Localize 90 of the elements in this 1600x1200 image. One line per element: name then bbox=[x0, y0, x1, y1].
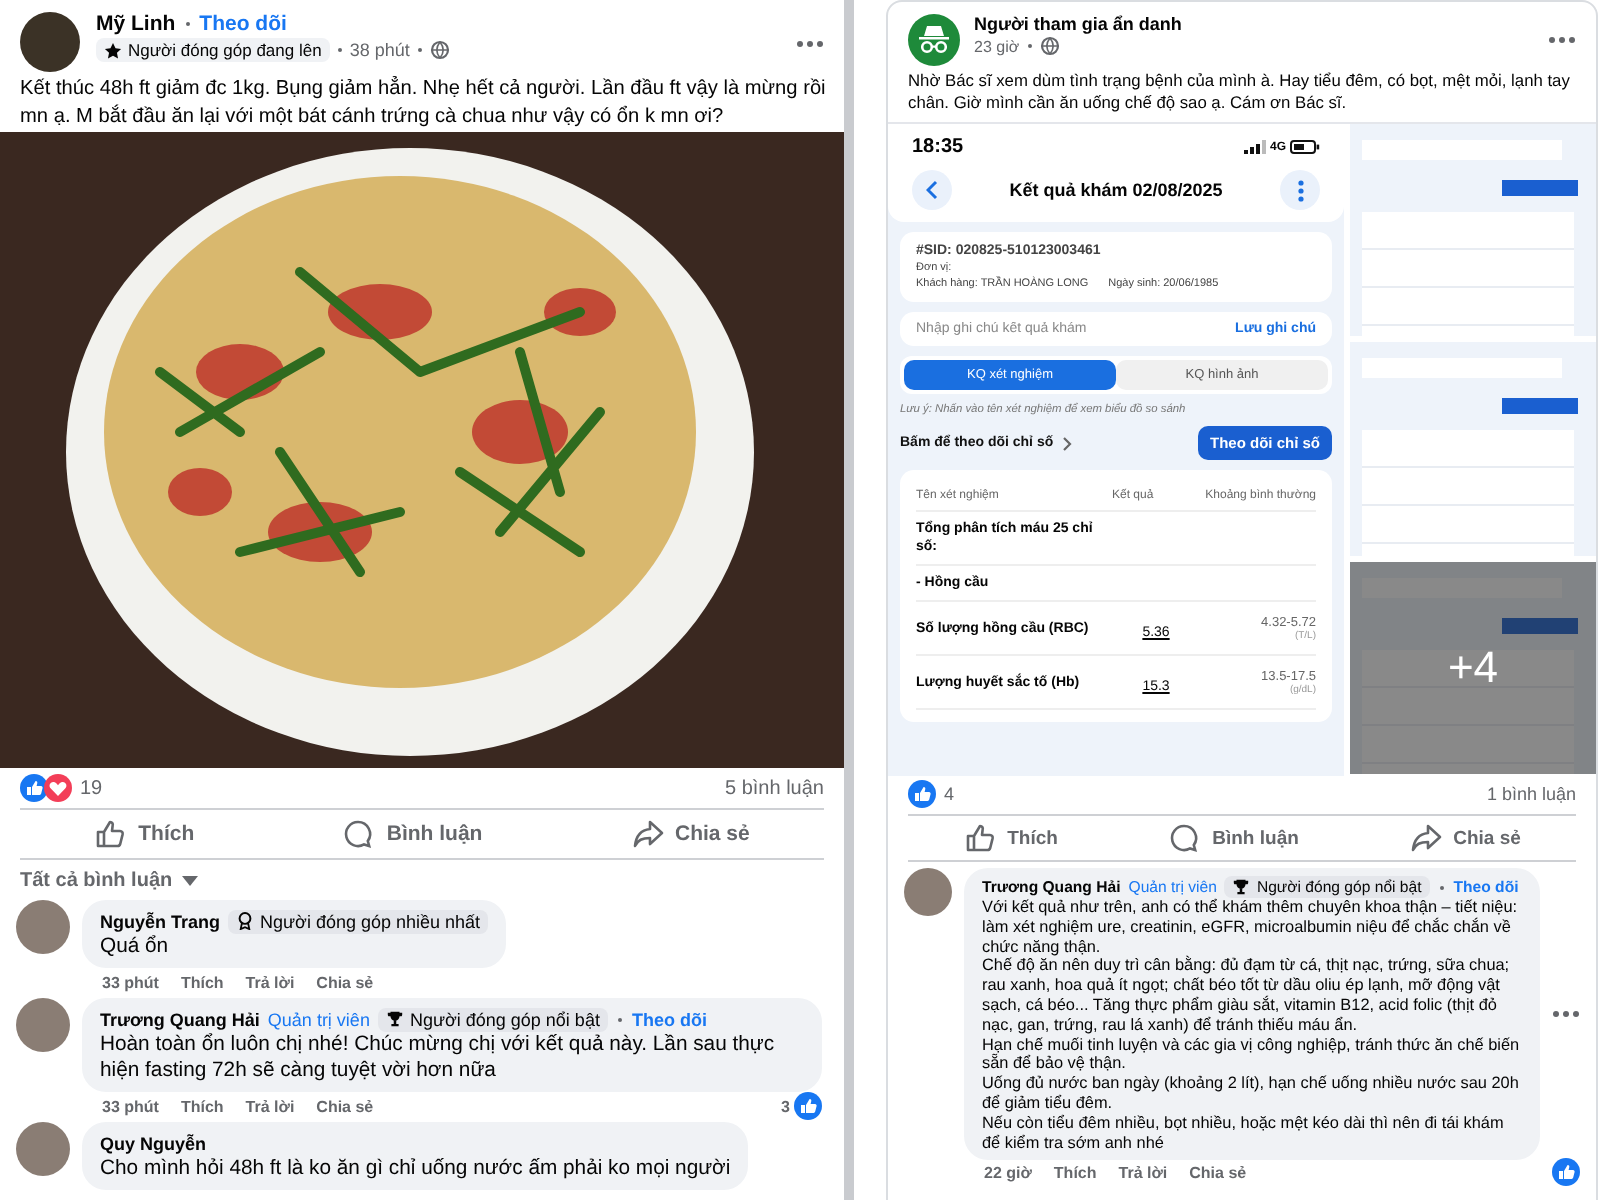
reaction-count[interactable]: 19 bbox=[80, 777, 103, 799]
caret-icon bbox=[182, 875, 199, 885]
post-time[interactable]: 23 giờ bbox=[974, 37, 1020, 55]
author-name[interactable]: Người tham gia ẩn danh bbox=[974, 14, 1534, 34]
more-icon bbox=[1297, 179, 1303, 201]
anonymous-avatar-icon bbox=[908, 14, 960, 66]
contributor-badge: Người đóng góp đang lên bbox=[96, 38, 330, 62]
more-photos-count: +4 bbox=[1447, 641, 1499, 694]
battery-icon bbox=[1290, 140, 1320, 154]
like-icon bbox=[94, 818, 127, 850]
share-icon bbox=[631, 818, 663, 850]
comment-text: Cho mình hỏi 48h ft là ko ăn gì chỉ uống nước ấm phải ko mọi người bbox=[100, 1156, 731, 1182]
comment-action-link[interactable]: Trả lời bbox=[245, 1097, 295, 1115]
chevron-icon bbox=[1061, 435, 1072, 451]
action-button[interactable]: Thích bbox=[935, 816, 1086, 860]
more-icon bbox=[796, 40, 824, 48]
comment-time: 22 giờ bbox=[984, 1163, 1032, 1182]
separator-dot bbox=[617, 1017, 622, 1021]
back-button[interactable] bbox=[912, 170, 952, 210]
medal-icon bbox=[236, 912, 255, 930]
comment-count[interactable]: 5 bình luận bbox=[725, 777, 824, 799]
contributor-badge: Người đóng góp nổi bật bbox=[377, 1007, 608, 1031]
screen-title: Kết quả khám 02/08/2025 bbox=[1009, 180, 1223, 200]
comment-text: Hoàn toàn ổn luôn chị nhé! Chúc mừng chị với kết quả này. Lần sau thực hiện fasting 72h sẽ càng tuyệt vời hơn nữa bbox=[100, 1032, 777, 1084]
separator-dot bbox=[185, 22, 190, 26]
separator-dot bbox=[1027, 44, 1032, 48]
action-button[interactable]: Bình luận bbox=[314, 810, 511, 858]
avatar bbox=[20, 12, 80, 72]
like-count: 3 bbox=[781, 1097, 790, 1115]
follow-link[interactable]: Theo dõi bbox=[631, 1009, 707, 1029]
comment-text: Chế độ ăn nên duy trì cân bằng: đủ đạm từ cá, thịt nạc, trứng, sữa chua; rau xanh, hoa quả ít ngọt; chất béo tốt từ dầu oliu ép lạnh, mỡ động vật sạch, cá béo... Tăng thực phẩm giàu sắt, vitamin B12, acid folic (thịt đỏ nạc, gan, trứng, rau lá xanh) để tránh thiếu máu ẩn. bbox=[982, 956, 1512, 1036]
comment-text: Với kết quả như trên, anh có thể khám thêm chuyên khoa thận – tiết niệu: làm xét nghiệm ure, creatinin, eGFR, microalbumin niệu để chắc chắn về chức năng thận. bbox=[982, 898, 1520, 956]
follow-link[interactable]: Theo dõi bbox=[199, 12, 287, 36]
like-reaction-icon bbox=[908, 780, 936, 808]
comment-text: Nếu còn tiểu đêm nhiều, bọt nhiều, hoặc mệt kéo dài thì nên đi tái khám để kiểm tra sớm anh nhé bbox=[982, 1113, 1506, 1153]
action-button[interactable]: Chia sẻ bbox=[603, 810, 778, 858]
comment-action-link[interactable]: Thích bbox=[1053, 1163, 1097, 1182]
commenter-name[interactable]: Quy Nguyễn bbox=[100, 1133, 207, 1153]
avatar bbox=[16, 998, 70, 1052]
comment-action-link[interactable]: Trả lời bbox=[1118, 1163, 1168, 1182]
reaction-count[interactable]: 4 bbox=[944, 784, 955, 804]
screenshot-thumbnail[interactable] bbox=[1350, 342, 1596, 556]
comment-text: Uống đủ nước ban ngày (khoảng 2 lít), hạn chế uống nhiều nước sau 20h để giảm tiểu đêm. bbox=[982, 1074, 1521, 1114]
globe-icon bbox=[429, 40, 450, 60]
avatar bbox=[16, 1122, 70, 1176]
separator-dot bbox=[337, 48, 342, 52]
action-button[interactable]: Thích bbox=[66, 810, 223, 858]
comment-icon bbox=[1168, 822, 1201, 854]
commenter-name[interactable]: Nguyễn Trang bbox=[100, 911, 221, 931]
comment-action-link[interactable]: Thích bbox=[180, 1097, 224, 1115]
post-time[interactable]: 38 phút bbox=[349, 40, 410, 60]
comment-count[interactable]: 1 bình luận bbox=[1486, 784, 1576, 804]
comment-text: Quá ổn bbox=[100, 934, 171, 960]
comment-time: 33 phút bbox=[102, 1097, 159, 1115]
comment-filter[interactable]: Tất cả bình luận bbox=[0, 860, 844, 900]
action-button[interactable]: Bình luận bbox=[1140, 816, 1327, 860]
screenshot-thumbnail[interactable] bbox=[1350, 124, 1596, 337]
comment-action-link[interactable]: Trả lời bbox=[245, 973, 295, 991]
comment-text: Hạn chế muối tinh luyện và các gia vị công nghiệp, tránh thức ăn chế biến sẵn để bảo vệ thận. bbox=[982, 1035, 1522, 1075]
comment-time: 33 phút bbox=[102, 973, 159, 991]
status-time: 18:35 bbox=[912, 136, 964, 158]
comment-action-link[interactable]: Chia sẻ bbox=[316, 1097, 374, 1115]
share-icon bbox=[1409, 822, 1442, 854]
post-text: Nhờ Bác sĩ xem dùm tình trạng bệnh của mình à. Hay tiểu đêm, có bọt, mệt mỏi, lạnh tay chân. Giờ mình cần ăn uống chế độ sao ạ. Cám ơn Bác sĩ. bbox=[908, 70, 1572, 114]
trophy-icon bbox=[385, 1010, 404, 1028]
comment-icon bbox=[342, 818, 375, 850]
action-button[interactable]: Chia sẻ bbox=[1381, 816, 1549, 860]
like-icon bbox=[963, 822, 996, 854]
globe-icon bbox=[1039, 36, 1060, 56]
avatar bbox=[16, 900, 70, 954]
screenshot-thumbnail[interactable]: +4 bbox=[1350, 561, 1596, 774]
separator-dot bbox=[1439, 885, 1444, 889]
comment-action-link[interactable]: Chia sẻ bbox=[1189, 1163, 1247, 1182]
commenter-name[interactable]: Trương Quang Hải bbox=[100, 1009, 260, 1029]
heart-reaction-icon bbox=[44, 774, 72, 802]
post-text: Kết thúc 48h ft giảm đc 1kg. Bụng giảm hẳn. Nhẹ hết cả người. Lần đầu ft vậy là mừng rồi mn ạ. M bắt đầu ăn lại với một bát cánh trứng cà chua như vậy có ổn k mn ơi? bbox=[20, 76, 828, 132]
author-name[interactable]: Mỹ Linh bbox=[96, 12, 176, 36]
back-icon bbox=[926, 180, 938, 200]
avatar bbox=[904, 868, 952, 916]
more-icon bbox=[1548, 36, 1576, 44]
separator-dot bbox=[417, 48, 422, 52]
comment-action-link[interactable]: Thích bbox=[180, 973, 224, 991]
comment-action-link[interactable]: Chia sẻ bbox=[316, 973, 374, 991]
star-icon bbox=[104, 41, 122, 59]
more-button[interactable] bbox=[1280, 170, 1320, 210]
trophy-icon bbox=[1232, 878, 1251, 896]
contributor-badge: Người đóng góp nhiều nhất bbox=[228, 909, 489, 933]
role-label: Quản trị viên bbox=[267, 1009, 370, 1029]
like-reaction-icon bbox=[20, 774, 48, 802]
signal-icon bbox=[1243, 140, 1266, 154]
